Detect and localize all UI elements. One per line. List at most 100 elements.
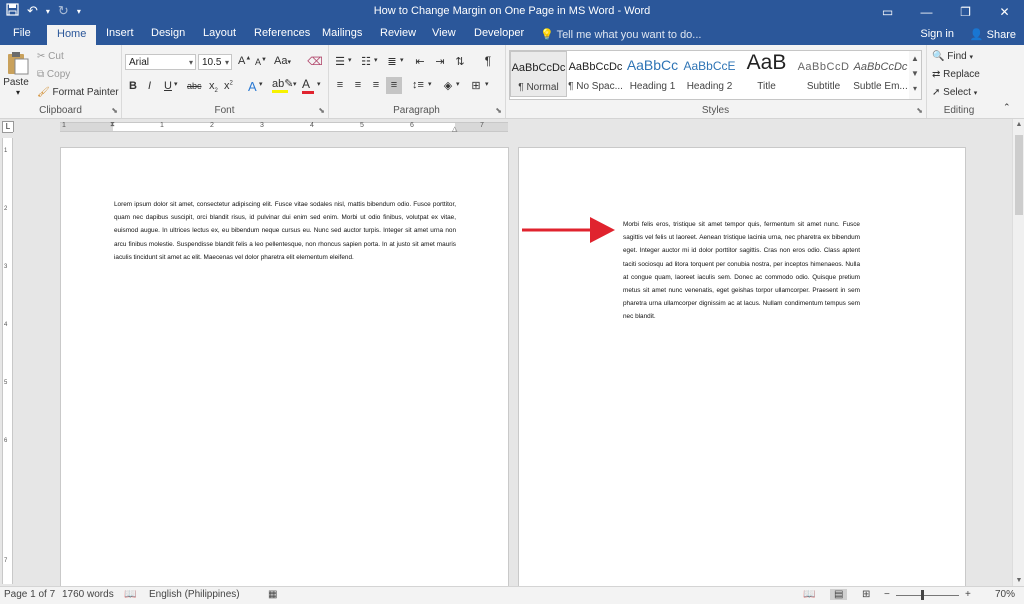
grow-font-button[interactable]: A▲ — [238, 55, 251, 67]
macro-recording-icon[interactable]: ▦ — [268, 589, 277, 600]
sign-in-link[interactable]: Sign in — [920, 28, 954, 40]
font-color-button[interactable]: A — [302, 77, 314, 94]
read-mode-icon[interactable]: 📖 — [803, 589, 815, 600]
paste-button[interactable]: Paste ▾ — [3, 50, 31, 99]
vertical-scrollbar[interactable]: ▲ ▼ — [1012, 119, 1024, 586]
tab-layout[interactable]: Layout — [203, 27, 236, 39]
tab-review[interactable]: Review — [380, 27, 416, 39]
pilcrow-icon[interactable]: ¶ — [480, 54, 496, 68]
subscript-button[interactable]: x2 — [209, 80, 218, 94]
bold-button[interactable]: B — [129, 80, 137, 92]
scroll-up-icon[interactable]: ▲ — [909, 51, 921, 66]
tab-view[interactable]: View — [432, 27, 456, 39]
page-1-paragraph[interactable]: Lorem ipsum dolor sit amet, consectetur … — [114, 198, 456, 264]
style-no-spacing[interactable]: AaBbCcDc ¶ No Spac... — [567, 51, 624, 97]
scroll-down-icon[interactable]: ▼ — [1013, 577, 1024, 584]
chevron-down-icon[interactable]: ▾ — [428, 80, 432, 88]
replace-button[interactable]: ⇄ Replace — [932, 69, 980, 80]
align-center-icon[interactable]: ≡ — [350, 79, 366, 91]
align-left-icon[interactable]: ≡ — [332, 79, 348, 91]
zoom-slider[interactable] — [896, 595, 959, 596]
more-styles-icon[interactable]: ▾ — [909, 81, 921, 96]
cut-button[interactable]: ✂ Cut — [37, 51, 64, 62]
tab-file[interactable]: File — [13, 27, 31, 39]
tab-developer[interactable]: Developer — [474, 27, 524, 39]
zoom-in-button[interactable]: + — [965, 589, 971, 600]
chevron-down-icon[interactable]: ▾ — [259, 80, 263, 88]
zoom-slider-thumb[interactable] — [921, 590, 924, 600]
underline-dropdown-icon[interactable]: ▾ — [174, 80, 178, 88]
style-heading-2[interactable]: AaBbCcE Heading 2 — [681, 51, 738, 97]
chevron-down-icon[interactable]: ▾ — [317, 80, 321, 88]
word-count[interactable]: 1760 words — [62, 589, 114, 600]
chevron-down-icon[interactable]: ▾ — [485, 80, 489, 88]
close-icon[interactable]: ✕ — [985, 0, 1024, 24]
horizontal-ruler[interactable]: 1 1 2 3 4 5 6 7 ⧗ △ — [60, 121, 508, 133]
line-spacing-icon[interactable]: ↕≡ — [410, 79, 426, 91]
zoom-level[interactable]: 70% — [995, 589, 1015, 600]
document-area[interactable]: Lorem ipsum dolor sit amet, consectetur … — [13, 132, 1012, 586]
style-subtle-emphasis[interactable]: AaBbCcDc Subtle Em... — [852, 51, 909, 97]
highlight-button[interactable]: ab✎ — [272, 77, 293, 93]
chevron-down-icon[interactable]: ▾ — [348, 56, 352, 64]
vertical-ruler[interactable]: 1 2 3 4 5 6 7 — [2, 138, 13, 584]
web-layout-icon[interactable]: ⊞ — [862, 589, 870, 600]
clear-formatting-icon[interactable]: ⌫ — [307, 55, 323, 68]
share-button[interactable]: 👤 Share — [970, 28, 1016, 41]
increase-indent-icon[interactable]: ⇥ — [432, 55, 448, 68]
scroll-thumb[interactable] — [1015, 135, 1023, 215]
tab-home[interactable]: Home — [47, 25, 97, 45]
change-case-button[interactable]: Aa▾ — [274, 55, 291, 67]
tell-me-box[interactable]: 💡 Tell me what you want to do... — [540, 28, 701, 41]
shading-icon[interactable]: ◈ — [440, 79, 456, 92]
font-name-combo[interactable]: Arial ▾ — [125, 54, 196, 70]
superscript-button[interactable]: x2 — [224, 80, 233, 92]
print-layout-icon[interactable]: ▤ — [830, 589, 848, 600]
styles-scroll[interactable]: ▲ ▼ ▾ — [909, 50, 922, 100]
tab-design[interactable]: Design — [151, 27, 185, 39]
italic-button[interactable]: I — [148, 80, 151, 92]
page-1[interactable]: Lorem ipsum dolor sit amet, consectetur … — [60, 147, 509, 586]
paste-dropdown-icon[interactable]: ▾ — [5, 88, 31, 97]
shrink-font-button[interactable]: A▼ — [255, 57, 267, 67]
page-indicator[interactable]: Page 1 of 7 — [4, 589, 55, 600]
sort-icon[interactable]: ⇅ — [452, 55, 468, 68]
restore-icon[interactable]: ❐ — [946, 0, 985, 24]
page-2-paragraph[interactable]: Morbi felis eros, tristique sit amet tem… — [623, 218, 860, 324]
chevron-down-icon[interactable]: ▾ — [400, 56, 404, 64]
chevron-down-icon[interactable]: ▾ — [374, 56, 378, 64]
ribbon-display-options-icon[interactable]: ▭ — [868, 0, 907, 24]
proofing-icon[interactable]: 📖 — [124, 589, 136, 600]
copy-button[interactable]: ⧉ Copy — [37, 69, 70, 80]
bullets-icon[interactable]: ☰ — [332, 55, 348, 68]
font-size-combo[interactable]: 10.5 ▾ — [198, 54, 232, 70]
font-launcher-icon[interactable]: ⬊ — [318, 106, 325, 115]
clipboard-launcher-icon[interactable]: ⬊ — [111, 106, 118, 115]
tab-insert[interactable]: Insert — [106, 27, 134, 39]
text-effects-button[interactable]: A — [248, 79, 257, 94]
zoom-out-button[interactable]: − — [884, 589, 890, 600]
tab-references[interactable]: References — [254, 27, 310, 39]
decrease-indent-icon[interactable]: ⇤ — [412, 55, 428, 68]
select-button[interactable]: ➚ Select ▾ — [932, 87, 977, 98]
collapse-ribbon-icon[interactable]: ⌃ — [1003, 102, 1011, 113]
paragraph-launcher-icon[interactable]: ⬊ — [495, 106, 502, 115]
language-indicator[interactable]: English (Philippines) — [149, 589, 240, 600]
style-heading-1[interactable]: AaBbCc Heading 1 — [624, 51, 681, 97]
chevron-down-icon[interactable]: ▾ — [293, 80, 297, 88]
borders-icon[interactable]: ⊞ — [468, 79, 484, 92]
page-2[interactable]: Morbi felis eros, tristique sit amet tem… — [518, 147, 966, 586]
style-normal[interactable]: AaBbCcDc ¶ Normal — [510, 51, 567, 97]
justify-icon[interactable]: ≡ — [386, 77, 402, 94]
find-button[interactable]: 🔍 Find ▾ — [932, 51, 973, 62]
scroll-up-icon[interactable]: ▲ — [1013, 121, 1024, 128]
tab-mailings[interactable]: Mailings — [322, 27, 362, 39]
strikethrough-button[interactable]: abc — [187, 81, 202, 91]
indent-marker-icon[interactable]: ⧗ — [110, 121, 115, 129]
minimize-icon[interactable]: — — [907, 0, 946, 24]
styles-launcher-icon[interactable]: ⬊ — [916, 106, 923, 115]
chevron-down-icon[interactable]: ▾ — [456, 80, 460, 88]
underline-button[interactable]: U — [164, 80, 172, 92]
scroll-down-icon[interactable]: ▼ — [909, 66, 921, 81]
align-right-icon[interactable]: ≡ — [368, 79, 384, 91]
